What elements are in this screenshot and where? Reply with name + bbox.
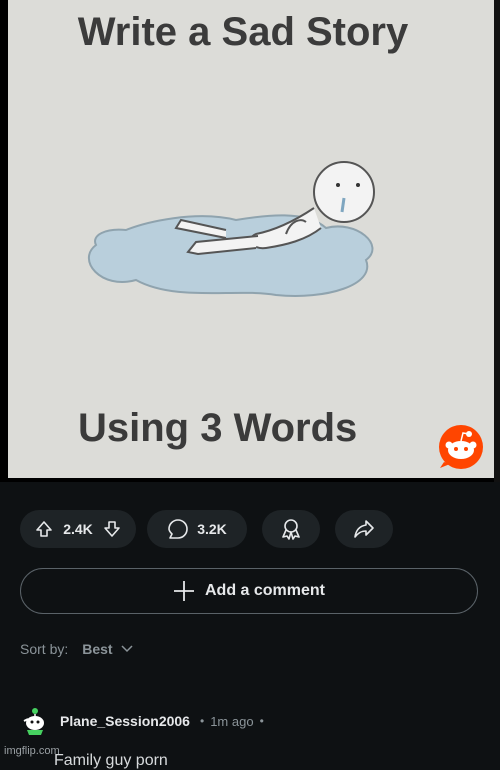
meme-image: Write a Sad Story Using 3 Words [8,0,494,478]
comments-button[interactable]: 3.2K [147,510,247,548]
comment-header: Plane_Session2006 • 1m ago • [22,706,264,736]
upvote-icon[interactable] [35,520,53,538]
award-button[interactable] [262,510,320,548]
add-comment-label: Add a comment [204,582,325,599]
award-icon [282,519,300,540]
share-button[interactable] [335,510,393,548]
watermark: imgflip.com [4,745,60,757]
comment-username[interactable]: Plane_Session2006 [60,713,190,729]
vote-control: 2.4K [20,510,136,548]
share-icon [354,520,374,538]
comment-icon [168,519,189,539]
avatar[interactable] [22,707,48,735]
sort-control[interactable]: Sort by: Best [20,641,133,657]
sort-label: Sort by: [20,641,69,657]
image-edge [494,0,500,482]
comment-time: 1m ago [210,713,254,729]
meme-caption: Using 3 Words [78,406,358,450]
sort-value: Best [82,641,113,657]
comment-count: 3.2K [197,521,227,537]
reddit-logo-icon [439,425,483,469]
chevron-down-icon [121,645,133,653]
plus-icon [173,581,194,601]
comment-text: Family guy porn [54,752,168,769]
add-comment-button[interactable]: Add a comment [20,568,478,614]
post-image[interactable]: Write a Sad Story Using 3 Words [0,0,500,482]
separator-dot: • [199,714,205,728]
downvote-icon[interactable] [103,520,121,538]
separator-dot: • [259,714,264,728]
sad-figure-illustration [87,161,375,297]
meme-title: Write a Sad Story [77,10,409,54]
vote-count: 2.4K [63,521,93,537]
